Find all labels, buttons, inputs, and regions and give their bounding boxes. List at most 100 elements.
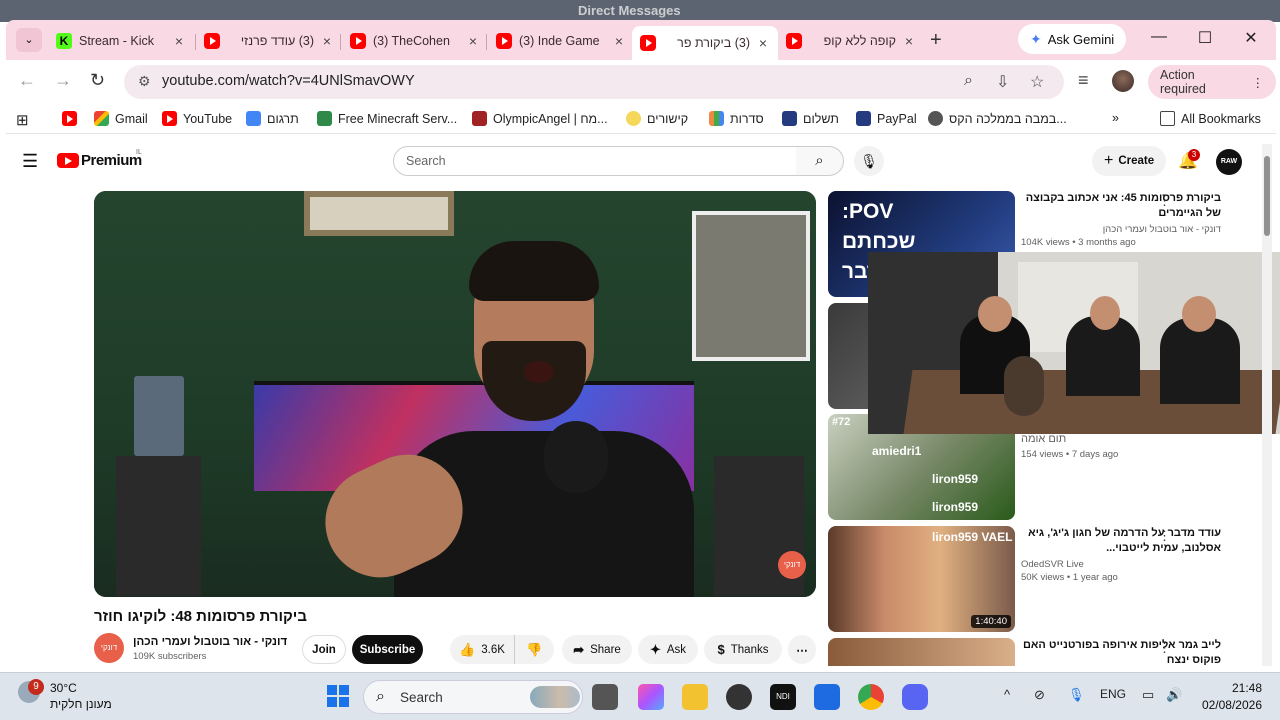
youtube-brand[interactable]: Premium: [81, 152, 142, 169]
thanks-button[interactable]: $ Thanks: [704, 635, 782, 664]
related-channel[interactable]: דונקי - אור בוטבול ועמרי הכהן: [1021, 224, 1221, 235]
tab-youtube-thecohen[interactable]: (3) TheCohen ×: [342, 26, 488, 56]
bookmark-item[interactable]: YouTube: [162, 111, 232, 126]
more-actions-button[interactable]: ⋯: [788, 635, 816, 664]
like-button[interactable]: 👍 3.6K: [450, 635, 514, 664]
scrollbar-thumb[interactable]: [1264, 156, 1270, 236]
ask-gemini-button[interactable]: ✦ Ask Gemini: [1018, 24, 1127, 54]
tab-kick[interactable]: K Stream - Kick ×: [48, 26, 194, 56]
forward-icon[interactable]: →: [54, 70, 72, 91]
bookmark-item[interactable]: [62, 111, 83, 126]
close-icon[interactable]: ×: [466, 33, 480, 49]
microphone-tray-icon[interactable]: 🎙: [1068, 687, 1085, 703]
media-control-icon[interactable]: ≡: [1078, 70, 1089, 91]
share-button[interactable]: ➦ Share: [562, 635, 632, 664]
copilot-icon[interactable]: [638, 684, 664, 710]
close-icon[interactable]: ×: [320, 33, 334, 49]
profile-avatar[interactable]: [1112, 70, 1134, 92]
file-explorer-icon[interactable]: [682, 684, 708, 710]
video-player[interactable]: דונקי: [94, 191, 816, 597]
address-bar[interactable]: ⚙ youtube.com/watch?v=4UNlSmavOWY ⌕ ⇩ ☆: [124, 65, 1064, 99]
related-title[interactable]: ביקורת פרסומות 45: אני אכתוב בקבוצה של ה…: [1021, 191, 1221, 221]
bookmark-item[interactable]: תרגום: [246, 111, 299, 126]
bookmark-star-icon[interactable]: ☆: [1030, 72, 1044, 92]
volume-icon[interactable]: 🔊: [1166, 687, 1182, 703]
channel-name[interactable]: דונקי - אור בוטבול ועמרי הכהן: [133, 636, 287, 648]
back-icon[interactable]: ←: [18, 70, 36, 91]
more-bookmarks-icon[interactable]: »: [1112, 111, 1119, 125]
bookmark-item[interactable]: תשלום: [782, 111, 839, 126]
related-title[interactable]: עודד מדבר על הדרמה של חגון ג'יג', גיא אס…: [1021, 526, 1221, 556]
notepad-icon[interactable]: [814, 684, 840, 710]
bookmark-item[interactable]: OlympicAngel | מח...: [472, 111, 608, 126]
zoom-icon[interactable]: ⌕: [964, 72, 973, 90]
bookmark-item[interactable]: Free Minecraft Serv...: [317, 111, 457, 126]
picture-in-picture-video[interactable]: [868, 252, 1280, 434]
related-video[interactable]: liron959 VAEL 1:40:40 עודד מדבר על הדרמה…: [828, 526, 1248, 632]
no-network-icon[interactable]: ⊘: [1034, 687, 1045, 703]
close-icon[interactable]: ×: [902, 33, 916, 49]
channel-avatar[interactable]: דונקי: [94, 633, 124, 663]
dislike-button[interactable]: 👎: [514, 635, 554, 664]
menu-icon[interactable]: ☰: [22, 151, 38, 172]
related-title[interactable]: לייב גמר אליפות אירופה בפורטנייט האם פוק…: [1021, 638, 1221, 666]
tab-youtube-active[interactable]: (3) ביקורת פר ×: [632, 26, 778, 60]
more-vert-icon[interactable]: ⋮: [1158, 640, 1171, 656]
install-icon[interactable]: ⇩: [996, 72, 1009, 92]
url-text[interactable]: youtube.com/watch?v=4UNlSmavOWY: [162, 73, 415, 89]
video-thumbnail[interactable]: liron959 VAEL 1:40:40: [828, 526, 1015, 632]
youtube-logo-icon[interactable]: [57, 153, 79, 168]
close-icon[interactable]: ×: [172, 33, 186, 49]
youtube-icon: [786, 33, 802, 49]
discord-icon[interactable]: [902, 684, 928, 710]
apps-icon[interactable]: ⊞: [16, 111, 29, 129]
join-button[interactable]: Join: [302, 635, 346, 664]
close-window-icon[interactable]: ✕: [1236, 28, 1266, 48]
tab-youtube-indegame[interactable]: (3) Inde Game ×: [488, 26, 634, 56]
task-view-icon[interactable]: [592, 684, 618, 710]
account-avatar[interactable]: RAW: [1216, 149, 1242, 175]
related-video[interactable]: לייב גמר אליפות אירופה בפורטנייט האם פוק…: [828, 638, 1248, 666]
date: 02/08/2026: [1201, 698, 1262, 712]
microphone-icon[interactable]: 🎙: [854, 146, 884, 176]
create-button[interactable]: + Create: [1092, 146, 1167, 176]
tab-youtube-oded[interactable]: (3) עודד פרנזי ×: [196, 26, 342, 56]
bookmark-item[interactable]: סדרות: [709, 111, 764, 126]
tray-chevron-icon[interactable]: ^: [1004, 687, 1010, 702]
site-info-icon[interactable]: ⚙: [138, 73, 151, 90]
action-required-button[interactable]: Action required ⋮: [1148, 65, 1276, 99]
close-icon[interactable]: ×: [612, 33, 626, 49]
bookmark-item[interactable]: קישורים: [626, 111, 688, 126]
network-icon[interactable]: ▭: [1142, 687, 1154, 703]
more-vert-icon[interactable]: ⋮: [1158, 193, 1171, 209]
related-title[interactable]: תום אומה: [1021, 432, 1221, 447]
search-input[interactable]: Search: [393, 146, 797, 176]
tab-youtube-kupa[interactable]: קופה ללא קופ ×: [778, 26, 924, 56]
search-icon[interactable]: ⌕: [796, 146, 844, 176]
bookmark-item[interactable]: Gmail: [94, 111, 148, 126]
temperature[interactable]: 30°C: [50, 681, 77, 695]
new-tab-button[interactable]: +: [930, 29, 942, 52]
all-bookmarks-button[interactable]: All Bookmarks: [1160, 111, 1261, 126]
minimize-icon[interactable]: —: [1144, 28, 1174, 46]
taskbar-search[interactable]: ⌕ Search: [363, 680, 583, 714]
ask-button[interactable]: ✦ Ask: [638, 635, 698, 664]
more-vert-icon[interactable]: ⋮: [1158, 528, 1171, 544]
bookmark-item[interactable]: במבה בממלכה הקס...: [928, 111, 1067, 126]
subscribe-button[interactable]: Subscribe: [352, 635, 423, 664]
chrome-icon[interactable]: [858, 684, 884, 710]
ndi-icon[interactable]: NDI: [770, 684, 796, 710]
obs-icon[interactable]: [726, 684, 752, 710]
page-scrollbar[interactable]: [1262, 144, 1272, 666]
language-indicator[interactable]: ENG: [1100, 687, 1126, 701]
reload-icon[interactable]: ↻: [90, 70, 105, 91]
bookmark-item[interactable]: PayPal: [856, 111, 917, 126]
maximize-icon[interactable]: ☐: [1190, 28, 1220, 48]
close-icon[interactable]: ×: [756, 35, 770, 51]
weather-description[interactable]: מעונן חלקית: [50, 697, 112, 711]
windows-start-icon[interactable]: [327, 685, 349, 707]
tab-search-button[interactable]: ⌄: [16, 28, 42, 52]
video-thumbnail[interactable]: [828, 638, 1015, 666]
clock[interactable]: 21:48 02/08/2026: [1200, 681, 1262, 712]
related-channel[interactable]: OdedSVR Live: [1021, 559, 1221, 570]
